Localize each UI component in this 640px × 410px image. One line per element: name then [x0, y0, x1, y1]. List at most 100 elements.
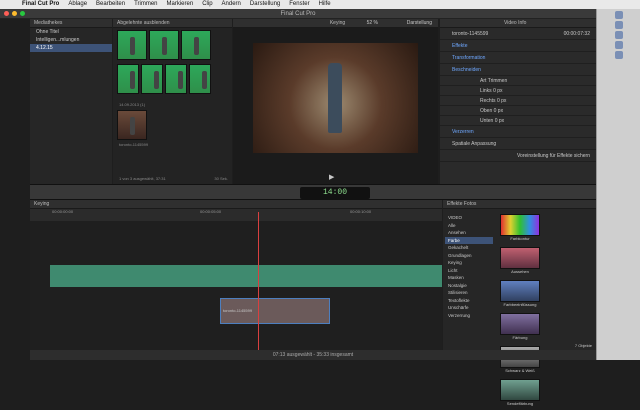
- clip-thumbnail-selected[interactable]: [117, 110, 147, 140]
- browser-filter[interactable]: Abgelehnte ausblenden: [113, 19, 232, 28]
- effect-name: Aussehen: [511, 269, 529, 274]
- clip-name: toronto-1145599: [119, 142, 149, 147]
- clip-thumbnail[interactable]: [117, 64, 139, 94]
- category-item[interactable]: Keying: [445, 259, 493, 267]
- app-menu[interactable]: Final Cut Pro: [22, 0, 59, 9]
- category-item[interactable]: Gekachelt: [445, 244, 493, 252]
- connected-clip-label: toronto-1145599: [223, 308, 253, 313]
- category-item[interactable]: Textoflekte: [445, 297, 493, 305]
- category-item[interactable]: Licht: [445, 267, 493, 275]
- tab-fotos[interactable]: Fotos: [464, 201, 477, 207]
- playhead[interactable]: [258, 212, 259, 350]
- menu-bearbeiten[interactable]: Bearbeiten: [96, 0, 125, 9]
- timeline-panel: Keying 00:00:00:00 00:00:05:00 00:00:10:…: [30, 200, 442, 350]
- clip-thumbnail[interactable]: [189, 64, 211, 94]
- crop-label: Links: [480, 88, 492, 94]
- effect-tile[interactable]: Färbung: [500, 313, 540, 340]
- video-preview: [253, 43, 418, 153]
- zoom-button[interactable]: [20, 11, 25, 16]
- close-button[interactable]: [4, 11, 9, 16]
- primary-clip[interactable]: [50, 265, 442, 287]
- viewer-panel: Keying 52 % Darstellung ▶: [233, 19, 438, 184]
- library-item[interactable]: Ohne Titel: [30, 28, 112, 36]
- library-item-selected[interactable]: 4.12.15: [30, 44, 112, 52]
- crop-art-row[interactable]: Art Trimmen: [440, 76, 596, 86]
- crop-label: Oben: [480, 108, 493, 114]
- crop-row-links[interactable]: Links 0 px: [440, 86, 596, 96]
- crop-value: 0 px: [493, 88, 503, 94]
- selection-info: 1 von 3 ausgewählt, 37:31: [119, 176, 166, 181]
- save-preset-button[interactable]: Voreinstellung für Effekte sichern: [440, 150, 596, 162]
- category-item[interactable]: Ansehen: [445, 229, 493, 237]
- library-panel: Mediathekes Ohne Titel Intelligen...mlun…: [30, 19, 112, 184]
- effect-tile[interactable]: Farbbeeinflüssung: [500, 280, 540, 307]
- effects-count: 7 Objekte: [574, 343, 592, 348]
- timeline-project-name: Keying: [30, 200, 442, 209]
- category-item[interactable]: Stilisieren: [445, 289, 493, 297]
- tab-info[interactable]: Info: [518, 20, 526, 26]
- category-item[interactable]: Alle: [445, 222, 493, 230]
- crop-row-oben[interactable]: Oben 0 px: [440, 106, 596, 116]
- tab-effekte[interactable]: Effekte: [447, 201, 462, 207]
- menu-ablage[interactable]: Ablage: [68, 0, 87, 9]
- category-item[interactable]: Masken: [445, 274, 493, 282]
- menu-clip[interactable]: Clip: [202, 0, 212, 9]
- crop-row-rechts[interactable]: Rechts 0 px: [440, 96, 596, 106]
- clip-thumbnail[interactable]: [117, 30, 147, 60]
- section-transformation[interactable]: Transformation: [440, 52, 596, 64]
- section-effekte[interactable]: Effekte: [440, 40, 596, 52]
- menu-markieren[interactable]: Markieren: [167, 0, 194, 9]
- menu-aendern[interactable]: Ändern: [222, 0, 241, 9]
- timecode-display[interactable]: 14:00: [300, 187, 370, 199]
- inspector-time: 00:00:07:32: [563, 31, 590, 37]
- clip-duration: 30 Sek.: [214, 176, 228, 181]
- crop-row-unten[interactable]: Unten 0 px: [440, 116, 596, 126]
- clip-thumbnail[interactable]: [181, 30, 211, 60]
- section-beschneiden[interactable]: Beschneiden: [440, 64, 596, 76]
- view-menu[interactable]: Darstellung: [407, 20, 432, 26]
- window-title: Final Cut Pro: [280, 11, 316, 17]
- dock-app-icon[interactable]: [614, 11, 623, 19]
- menu-darstellung[interactable]: Darstellung: [250, 0, 280, 9]
- effects-tabs: Effekte Fotos: [443, 200, 596, 209]
- menu-bar: Final Cut Pro Ablage Bearbeiten Trimmen …: [0, 0, 640, 9]
- window-titlebar: Final Cut Pro: [0, 9, 596, 19]
- category-item[interactable]: Unschärfe: [445, 304, 493, 312]
- effect-tile[interactable]: Sendeffärbung: [500, 379, 540, 406]
- dock-app-icon[interactable]: [614, 41, 623, 49]
- menu-fenster[interactable]: Fenster: [289, 0, 309, 9]
- dock-app-icon[interactable]: [614, 31, 623, 39]
- section-spatiale[interactable]: Spatiale Anpassung: [440, 138, 596, 150]
- crop-art-value[interactable]: Trimmen: [488, 78, 508, 84]
- minimize-button[interactable]: [12, 11, 17, 16]
- category-item[interactable]: Grundlagen: [445, 252, 493, 260]
- dock-app-icon[interactable]: [614, 51, 623, 59]
- menu-trimmen[interactable]: Trimmen: [134, 0, 157, 9]
- status-bar: 07:13 ausgewählt - 35:33 insgesamt: [30, 350, 596, 360]
- crop-value: 0 px: [493, 108, 504, 114]
- play-icon[interactable]: ▶: [329, 173, 334, 181]
- clip-thumbnail[interactable]: [165, 64, 187, 94]
- presenter-figure: [328, 63, 342, 133]
- section-verzerren[interactable]: Verzerren: [440, 126, 596, 138]
- library-item[interactable]: Intelligen...mlungen: [30, 36, 112, 44]
- effect-tile[interactable]: Aussehen: [500, 247, 540, 274]
- clip-thumbnail[interactable]: [141, 64, 163, 94]
- effects-categories: VIDEO Alle Ansehen Farbe Gekachelt Grund…: [445, 214, 493, 319]
- clip-thumbnail[interactable]: [149, 30, 179, 60]
- menu-hilfe[interactable]: Hilfe: [319, 0, 331, 9]
- category-item[interactable]: Verzerrung: [445, 312, 493, 320]
- crop-value: 0 px: [496, 98, 507, 104]
- category-item-selected[interactable]: Farbe: [445, 236, 493, 244]
- category-item[interactable]: Nostalgie: [445, 282, 493, 290]
- tab-video[interactable]: Video: [504, 20, 517, 26]
- inspector-clip-name: toronto-1145599: [452, 31, 489, 37]
- event-count: (1): [140, 102, 146, 107]
- connected-clip[interactable]: toronto-1145599: [220, 298, 330, 324]
- dock-app-icon[interactable]: [614, 21, 623, 29]
- crop-label: Rechts: [480, 98, 496, 104]
- browser-panel: Abgelehnte ausblenden 14.09.2013 (1) tor…: [113, 19, 232, 184]
- timeline-ruler[interactable]: 00:00:00:00 00:00:05:00 00:00:10:00: [30, 209, 442, 221]
- effect-tile[interactable]: Farbkontur: [500, 214, 540, 241]
- zoom-level[interactable]: 52 %: [367, 20, 378, 26]
